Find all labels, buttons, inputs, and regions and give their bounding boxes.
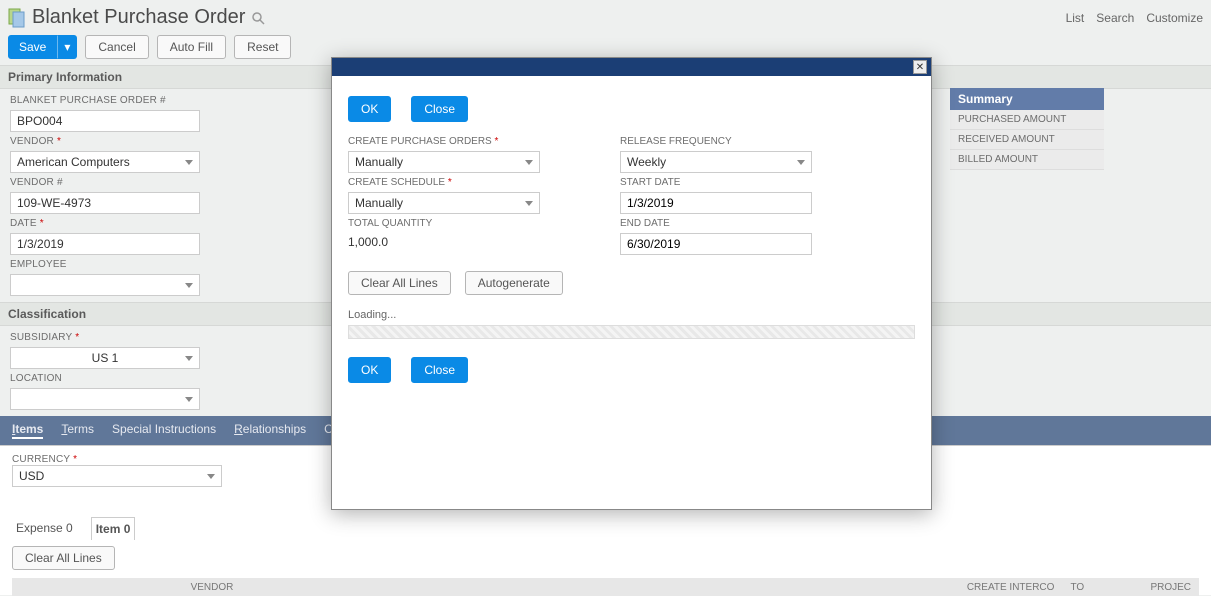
modal-close-button-2[interactable]: Close (411, 357, 468, 383)
col-project: PROJEC (1142, 582, 1199, 593)
chevron-down-icon (185, 283, 193, 288)
date-input[interactable] (10, 233, 200, 255)
modal-ok-button[interactable]: OK (348, 96, 391, 122)
cpo-label: CREATE PURCHASE ORDERS * (348, 136, 540, 147)
modal-clear-lines-button[interactable]: Clear All Lines (348, 271, 451, 295)
sched-select[interactable]: Manually (348, 192, 540, 214)
modal-ok-button-2[interactable]: OK (348, 357, 391, 383)
cancel-button[interactable]: Cancel (85, 35, 148, 59)
chevron-down-icon (185, 397, 193, 402)
tab-relationships[interactable]: Relationships (234, 422, 306, 439)
bpo-input[interactable] (10, 110, 200, 132)
autogenerate-button[interactable]: Autogenerate (465, 271, 563, 295)
freq-label: RELEASE FREQUENCY (620, 136, 812, 147)
subtab-item[interactable]: Item 0 (91, 517, 136, 540)
header-link-customize[interactable]: Customize (1146, 11, 1203, 25)
vendornum-label: VENDOR # (10, 177, 200, 188)
close-icon[interactable]: ✕ (913, 60, 927, 74)
start-label: START DATE (620, 177, 812, 188)
col-interco: CREATE INTERCO (959, 582, 1063, 593)
employee-label: EMPLOYEE (10, 259, 200, 270)
chevron-down-icon (525, 201, 533, 206)
chevron-down-icon (525, 160, 533, 165)
col-to: TO (1062, 582, 1142, 593)
chevron-down-icon (185, 356, 193, 361)
currency-select[interactable]: USD (12, 465, 222, 487)
totqty-value: 1,000.0 (348, 233, 540, 251)
tab-special[interactable]: Special Instructions (112, 422, 216, 439)
document-icon (8, 8, 26, 28)
header-link-search[interactable]: Search (1096, 11, 1134, 25)
sched-label: CREATE SCHEDULE * (348, 177, 540, 188)
date-label: DATE * (10, 218, 200, 229)
summary-panel: Summary PURCHASED AMOUNT RECEIVED AMOUNT… (950, 88, 1104, 170)
tab-terms[interactable]: Terms (61, 422, 94, 439)
modal-close-button[interactable]: Close (411, 96, 468, 122)
loading-text: Loading... (348, 309, 915, 321)
chevron-down-icon (207, 474, 215, 479)
loading-bar (348, 325, 915, 339)
freq-select[interactable]: Weekly (620, 151, 812, 173)
clear-lines-button[interactable]: Clear All Lines (12, 546, 115, 570)
summary-header: Summary (950, 88, 1104, 110)
end-label: END DATE (620, 218, 812, 229)
totqty-label: TOTAL QUANTITY (348, 218, 540, 229)
vendor-select[interactable]: American Computers (10, 151, 200, 173)
summary-billed: BILLED AMOUNT (950, 150, 1104, 170)
chevron-down-icon (797, 160, 805, 165)
vendor-label: VENDOR * (10, 136, 200, 147)
subsidiary-select[interactable]: US 1 (10, 347, 200, 369)
reset-button[interactable]: Reset (234, 35, 291, 59)
schedule-modal: ✕ OK Close CREATE PURCHASE ORDERS * Manu… (331, 57, 932, 510)
vendornum-input[interactable] (10, 192, 200, 214)
save-dropdown[interactable]: ▾ (57, 35, 77, 59)
page-title: Blanket Purchase Order (32, 6, 245, 29)
tab-items[interactable]: Items (12, 422, 43, 439)
employee-select[interactable] (10, 274, 200, 296)
end-input[interactable] (620, 233, 812, 255)
bpo-label: BLANKET PURCHASE ORDER # (10, 95, 200, 106)
chevron-down-icon (185, 160, 193, 165)
start-input[interactable] (620, 192, 812, 214)
location-label: LOCATION (10, 373, 200, 384)
col-vendor: VENDOR (12, 582, 412, 593)
subsidiary-label: SUBSIDIARY * (10, 332, 200, 343)
summary-purchased: PURCHASED AMOUNT (950, 110, 1104, 130)
header-link-list[interactable]: List (1066, 11, 1085, 25)
location-select[interactable] (10, 388, 200, 410)
summary-received: RECEIVED AMOUNT (950, 130, 1104, 150)
subtab-expense[interactable]: Expense 0 (12, 517, 77, 540)
autofill-button[interactable]: Auto Fill (157, 35, 226, 59)
search-icon[interactable] (251, 11, 265, 25)
save-button[interactable]: Save (8, 35, 57, 59)
cpo-select[interactable]: Manually (348, 151, 540, 173)
